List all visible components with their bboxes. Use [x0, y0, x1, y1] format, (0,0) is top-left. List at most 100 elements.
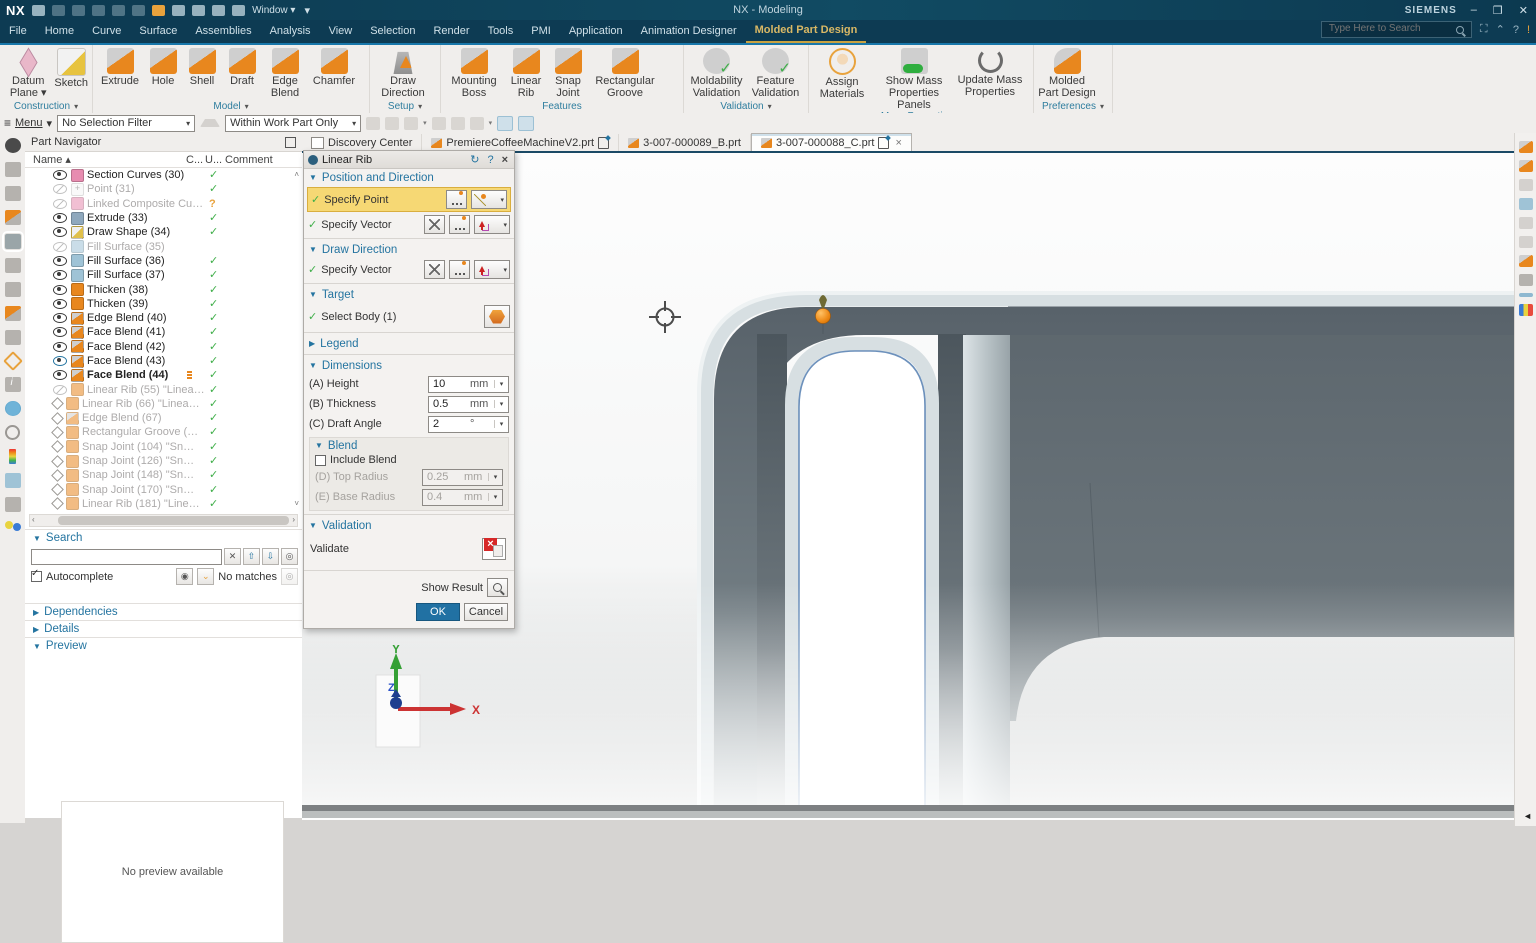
- vector-reverse-button[interactable]: [424, 215, 445, 234]
- thickness-input[interactable]: 0.5mm▾: [428, 396, 509, 413]
- section-dependencies[interactable]: ▶Dependencies: [25, 603, 302, 620]
- search-options-icon[interactable]: ◉: [176, 568, 193, 585]
- touch-mode-icon[interactable]: [192, 5, 205, 16]
- point-type-combo[interactable]: ▾: [471, 190, 507, 209]
- tree-row[interactable]: Edge Blend (40)✓: [25, 311, 302, 325]
- constraint-navigator-icon[interactable]: [5, 210, 21, 225]
- base-radius-input[interactable]: 0.4mm▾: [422, 489, 503, 506]
- update-mass-properties-button[interactable]: Update Mass Properties: [957, 47, 1023, 98]
- wcs-triad[interactable]: Y X Z: [372, 645, 492, 755]
- tree-row[interactable]: +Point (31)✓: [25, 182, 302, 196]
- snap-point-icon[interactable]: [432, 117, 446, 130]
- linear-rib-button[interactable]: Linear Rib: [505, 47, 547, 99]
- suppressed-node-icon[interactable]: [51, 426, 64, 439]
- history-palette-icon[interactable]: [5, 425, 20, 440]
- scroll-up-icon[interactable]: ˄: [294, 168, 299, 182]
- scroll-right-icon[interactable]: ›: [292, 515, 295, 525]
- draw-specify-vector-row[interactable]: ✓ Specify Vector ▾: [304, 258, 514, 281]
- color-tool-icon[interactable]: [9, 449, 16, 464]
- tree-row[interactable]: Section Curves (30)✓˄: [25, 168, 302, 182]
- visibility-eye-icon[interactable]: [53, 299, 67, 309]
- visibility-eye-off-icon[interactable]: [53, 199, 67, 209]
- include-blend-row[interactable]: Include Blend: [310, 453, 508, 467]
- visibility-eye-icon[interactable]: [53, 213, 67, 223]
- show-solids-icon[interactable]: [1519, 274, 1533, 286]
- unit-dropdown-icon[interactable]: ▾: [494, 400, 508, 408]
- cut-icon[interactable]: [92, 5, 105, 16]
- dialog-title-bar[interactable]: Linear Rib ↻ ? ×: [304, 151, 514, 169]
- visual-reports-icon[interactable]: [5, 473, 21, 488]
- visibility-eye-icon[interactable]: [53, 356, 67, 366]
- feature-validation-button[interactable]: Feature Validation: [747, 47, 804, 99]
- section-blend[interactable]: ▼Blend: [310, 438, 508, 453]
- tree-row[interactable]: Draw Shape (34)✓: [25, 225, 302, 239]
- tab-premiere-coffee-machine[interactable]: PremiereCoffeeMachineV2.prt: [422, 134, 619, 151]
- chamfer-button[interactable]: Chamfer: [309, 47, 359, 87]
- microphone-icon[interactable]: [172, 5, 185, 16]
- tree-row[interactable]: Face Blend (42)✓: [25, 340, 302, 354]
- visibility-eye-icon[interactable]: [53, 285, 67, 295]
- tree-row[interactable]: Fill Surface (37)✓: [25, 268, 302, 282]
- alert-icon[interactable]: !: [1527, 24, 1530, 36]
- specify-point-row[interactable]: ✓ Specify Point ▾: [307, 187, 511, 212]
- save-icon[interactable]: [32, 5, 45, 16]
- sketch-button[interactable]: Sketch: [54, 47, 88, 89]
- top-radius-input[interactable]: 0.25mm▾: [422, 469, 503, 486]
- suppressed-node-icon[interactable]: [51, 483, 64, 496]
- group-dialog-launcher[interactable]: ▾: [245, 102, 249, 111]
- tab-assemblies[interactable]: Assemblies: [186, 21, 260, 42]
- search-navigator-icon[interactable]: [5, 330, 21, 345]
- tree-row[interactable]: Extrude (33)✓: [25, 211, 302, 225]
- visibility-eye-icon[interactable]: [53, 270, 67, 280]
- tree-row[interactable]: Linear Rib (55) "Linear ...✓: [25, 382, 302, 396]
- molded-part-design-pref-button[interactable]: Molded Part Design: [1038, 47, 1096, 99]
- command-finder-icon[interactable]: [152, 5, 165, 16]
- custom-tools-icon[interactable]: [5, 497, 21, 512]
- cancel-button[interactable]: Cancel: [464, 603, 508, 621]
- tree-row[interactable]: Fill Surface (35): [25, 239, 302, 253]
- group-dialog-launcher[interactable]: ▾: [74, 102, 78, 111]
- window-menu[interactable]: Window ▾: [252, 5, 295, 16]
- restore-button[interactable]: ❒: [1491, 4, 1505, 17]
- command-search-input[interactable]: [1321, 21, 1472, 38]
- tab-surface[interactable]: Surface: [130, 21, 186, 42]
- show-sketch-icon[interactable]: [1519, 236, 1533, 248]
- suppressed-node-icon[interactable]: [51, 455, 64, 468]
- filter-reset-icon[interactable]: [200, 119, 220, 127]
- show-feature-icon[interactable]: [1519, 141, 1533, 153]
- close-tab-icon[interactable]: ×: [895, 137, 901, 149]
- tab-animation-designer[interactable]: Animation Designer: [632, 21, 746, 42]
- vector-dialog-button[interactable]: [449, 260, 470, 279]
- tree-row[interactable]: Linked Composite Curv...?: [25, 197, 302, 211]
- suppressed-node-icon[interactable]: [51, 412, 64, 425]
- snap-midpoint-icon[interactable]: [470, 117, 484, 130]
- resource-settings-icon[interactable]: [5, 138, 21, 153]
- redo-icon[interactable]: [72, 5, 85, 16]
- scrollbar-thumb[interactable]: [58, 516, 289, 525]
- paste-icon[interactable]: [132, 5, 145, 16]
- scroll-left-icon[interactable]: ‹: [32, 515, 35, 525]
- visibility-eye-icon[interactable]: [53, 256, 67, 266]
- close-button[interactable]: ✕: [1517, 4, 1530, 17]
- rectangular-groove-button[interactable]: Rectangular Groove: [589, 47, 661, 99]
- window-layout-icon[interactable]: [212, 5, 225, 16]
- select-highlight-icon[interactable]: [366, 117, 380, 130]
- tab-render[interactable]: Render: [424, 21, 478, 42]
- tree-row[interactable]: Linear Rib (66) "Linear ...✓: [25, 397, 302, 411]
- visibility-eye-icon[interactable]: [53, 313, 67, 323]
- show-result-button[interactable]: [487, 578, 508, 597]
- tab-home[interactable]: Home: [36, 21, 83, 42]
- tab-curve[interactable]: Curve: [83, 21, 130, 42]
- mounting-boss-button[interactable]: Mounting Boss: [445, 47, 503, 99]
- shaded-view-icon[interactable]: [497, 116, 513, 131]
- include-blend-checkbox[interactable]: [315, 455, 326, 466]
- visibility-eye-off-icon[interactable]: [53, 242, 67, 252]
- section-dimensions[interactable]: ▼Dimensions: [304, 357, 514, 374]
- tab-discovery-center[interactable]: Discovery Center: [302, 134, 422, 151]
- clear-search-icon[interactable]: ✕: [224, 548, 241, 565]
- tree-horizontal-scrollbar[interactable]: ‹ ›: [29, 514, 298, 527]
- visibility-eye-icon[interactable]: [53, 327, 67, 337]
- show-mass-properties-panels-button[interactable]: Show Mass Properties Panels: [873, 47, 955, 111]
- visibility-eye-off-icon[interactable]: [53, 385, 67, 395]
- wireframe-view-icon[interactable]: [518, 116, 534, 131]
